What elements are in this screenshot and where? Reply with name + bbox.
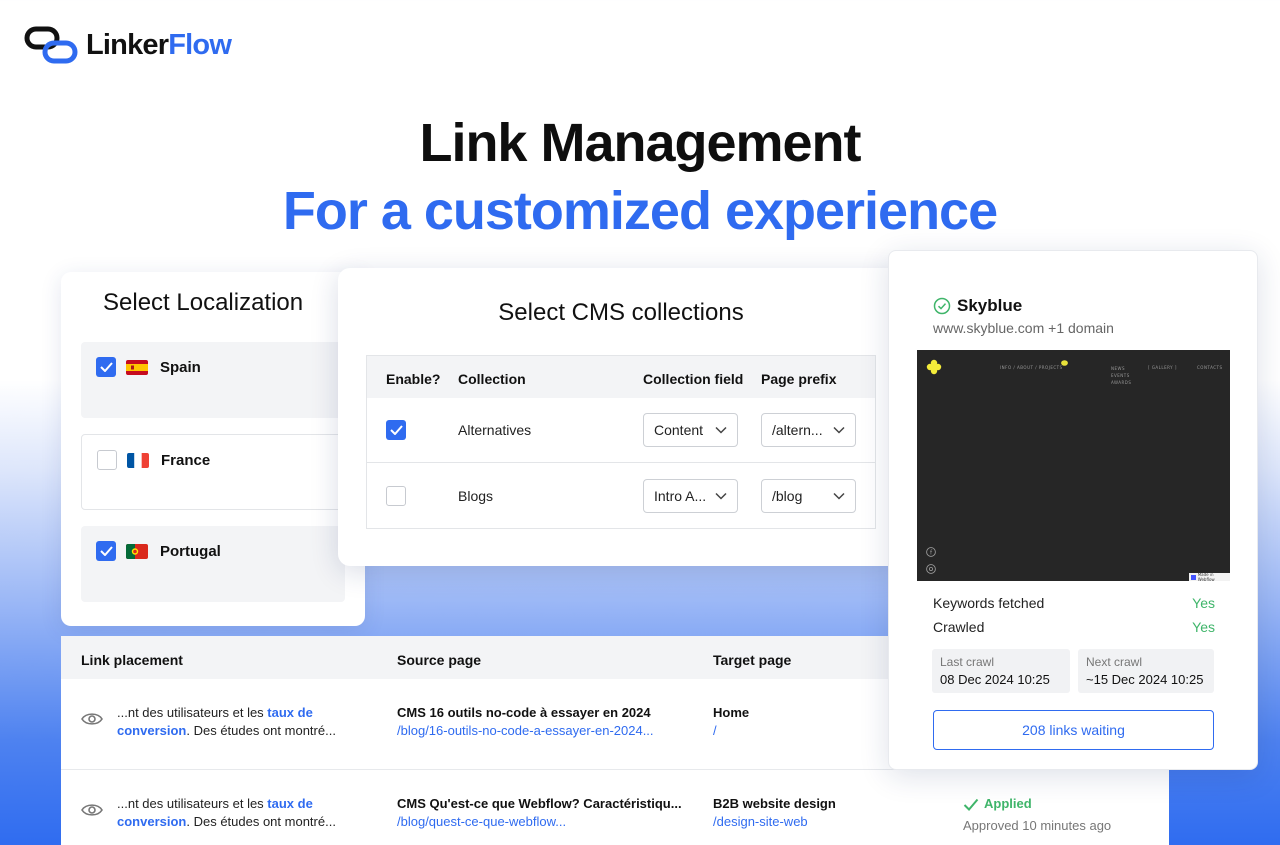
keywords-value: Yes xyxy=(1192,595,1215,611)
source-title: CMS Qu'est-ce que Webflow? Caractéristiq… xyxy=(397,796,682,811)
localization-item-spain[interactable]: Spain xyxy=(81,342,345,418)
webflow-badge: Made in Webflow xyxy=(1189,572,1230,581)
column-header: Collection xyxy=(458,371,526,387)
links-waiting-button[interactable]: 208 links waiting xyxy=(933,710,1214,750)
column-header: Page prefix xyxy=(761,371,837,387)
localization-label: Spain xyxy=(160,358,201,376)
source-title: CMS 16 outils no-code à essayer en 2024 xyxy=(397,705,651,720)
link-snippet: ...nt des utilisateurs et les taux de co… xyxy=(117,705,336,738)
source-page: CMS Qu'est-ce que Webflow? Caractéristiq… xyxy=(397,795,697,831)
source-url[interactable]: /blog/16-outils-no-code-a-essayer-en-202… xyxy=(397,722,697,740)
target-page: B2B website design /design-site-web xyxy=(713,795,933,831)
smiley-icon xyxy=(1061,360,1068,366)
select-value: Content xyxy=(654,422,704,438)
facebook-icon: f xyxy=(926,547,936,557)
spain-flag-icon xyxy=(126,359,148,375)
enable-checkbox[interactable] xyxy=(386,420,406,440)
page-prefix-select[interactable]: /altern... xyxy=(761,413,856,447)
crawled-label: Crawled xyxy=(933,619,985,635)
column-header: Collection field xyxy=(643,371,744,387)
eye-icon[interactable] xyxy=(81,802,103,823)
chevron-down-icon xyxy=(833,426,845,434)
column-header: Source page xyxy=(397,652,482,668)
source-url[interactable]: /blog/quest-ce-que-webflow... xyxy=(397,813,697,831)
checkmark-icon xyxy=(389,425,403,435)
check-icon xyxy=(963,798,979,811)
cms-row: Alternatives Content /altern... xyxy=(367,398,875,463)
hero-title: Link Management xyxy=(419,113,861,173)
crawled-row: Crawled Yes xyxy=(933,619,1215,635)
chevron-down-icon xyxy=(715,426,727,434)
collection-field-select[interactable]: Intro A... xyxy=(643,479,738,513)
keywords-label: Keywords fetched xyxy=(933,595,1045,611)
status-badge: Applied xyxy=(984,796,1032,811)
chevron-down-icon xyxy=(833,492,845,500)
checkmark-icon xyxy=(99,362,113,372)
site-name: Skyblue xyxy=(957,296,1023,315)
next-crawl-value: ~15 Dec 2024 10:25 xyxy=(1086,672,1204,687)
status: Applied Approved 10 minutes ago xyxy=(963,795,1111,835)
cms-collections-card: Select CMS collections Enable? Collectio… xyxy=(338,268,904,566)
column-header: Enable? xyxy=(386,371,441,387)
last-crawl-label: Last crawl xyxy=(940,655,995,669)
logo: LinkerFlow xyxy=(24,26,232,64)
brand-name: LinkerFlow xyxy=(86,28,232,61)
localization-label: France xyxy=(161,451,211,469)
preview-nav-col: NEWS EVENTS AWARDS xyxy=(1111,366,1132,385)
collection-name: Blogs xyxy=(458,488,494,504)
cms-table-header: Enable? Collection Collection field Page… xyxy=(367,356,875,398)
localization-item-france[interactable]: France xyxy=(81,434,345,510)
select-value: Intro A... xyxy=(654,488,707,504)
last-crawl-box: Last crawl 08 Dec 2024 10:25 xyxy=(932,649,1070,693)
checkbox-unchecked[interactable] xyxy=(97,450,117,470)
eye-icon[interactable] xyxy=(81,711,103,732)
preview-nav: INFO / ABOUT / PROJECTS xyxy=(1000,365,1063,370)
chain-link-icon xyxy=(24,26,78,64)
keywords-fetched-row: Keywords fetched Yes xyxy=(933,595,1215,611)
next-crawl-label: Next crawl xyxy=(1086,655,1143,669)
preview-contacts: CONTACTS xyxy=(1197,365,1223,370)
site-card: Skyblue www.skyblue.com +1 domain INFO /… xyxy=(888,250,1258,770)
svg-text:f: f xyxy=(930,549,933,556)
collection-name: Alternatives xyxy=(458,422,532,438)
site-domain: www.skyblue.com +1 domain xyxy=(933,320,1114,336)
page-prefix-select[interactable]: /blog xyxy=(761,479,856,513)
last-crawl-value: 08 Dec 2024 10:25 xyxy=(940,672,1050,687)
localization-label: Portugal xyxy=(160,542,221,560)
cms-row: Blogs Intro A... /blog xyxy=(367,464,875,529)
crawled-value: Yes xyxy=(1192,619,1215,635)
target-url[interactable]: /design-site-web xyxy=(713,813,933,831)
column-header: Target page xyxy=(713,652,792,668)
preview-gallery: [ GALLERY ] xyxy=(1148,365,1177,370)
select-value: /altern... xyxy=(772,422,823,438)
checkbox-checked[interactable] xyxy=(96,357,116,377)
hero-subtitle: For a customized experience xyxy=(282,181,998,241)
table-row: ...nt des utilisateurs et les taux de co… xyxy=(61,770,1169,845)
localization-title: Select Localization xyxy=(103,289,304,316)
target-title: B2B website design xyxy=(713,796,836,811)
site-header: Skyblue xyxy=(933,296,1022,316)
status-timestamp: Approved 10 minutes ago xyxy=(963,818,1112,833)
localization-card: Select Localization Spain France Portuga… xyxy=(61,272,365,626)
localization-item-portugal[interactable]: Portugal xyxy=(81,526,345,602)
cms-table: Enable? Collection Collection field Page… xyxy=(366,355,876,529)
enable-checkbox[interactable] xyxy=(386,486,406,506)
instagram-icon xyxy=(926,564,936,574)
select-value: /blog xyxy=(772,488,803,504)
column-header: Link placement xyxy=(81,652,183,668)
portugal-flag-icon xyxy=(126,543,148,559)
chevron-down-icon xyxy=(715,492,727,500)
checkmark-icon xyxy=(99,546,113,556)
cms-title: Select CMS collections xyxy=(498,299,744,326)
collection-field-select[interactable]: Content xyxy=(643,413,738,447)
site-preview-image[interactable]: INFO / ABOUT / PROJECTS NEWS EVENTS AWAR… xyxy=(917,350,1230,581)
next-crawl-box: Next crawl ~15 Dec 2024 10:25 xyxy=(1078,649,1214,693)
checkbox-checked[interactable] xyxy=(96,541,116,561)
france-flag-icon xyxy=(127,452,149,468)
check-circle-icon xyxy=(933,297,951,315)
webflow-icon xyxy=(1191,574,1196,580)
source-page: CMS 16 outils no-code à essayer en 2024 … xyxy=(397,704,697,740)
link-snippet: ...nt des utilisateurs et les taux de co… xyxy=(117,796,336,829)
flower-logo-icon xyxy=(926,359,942,375)
